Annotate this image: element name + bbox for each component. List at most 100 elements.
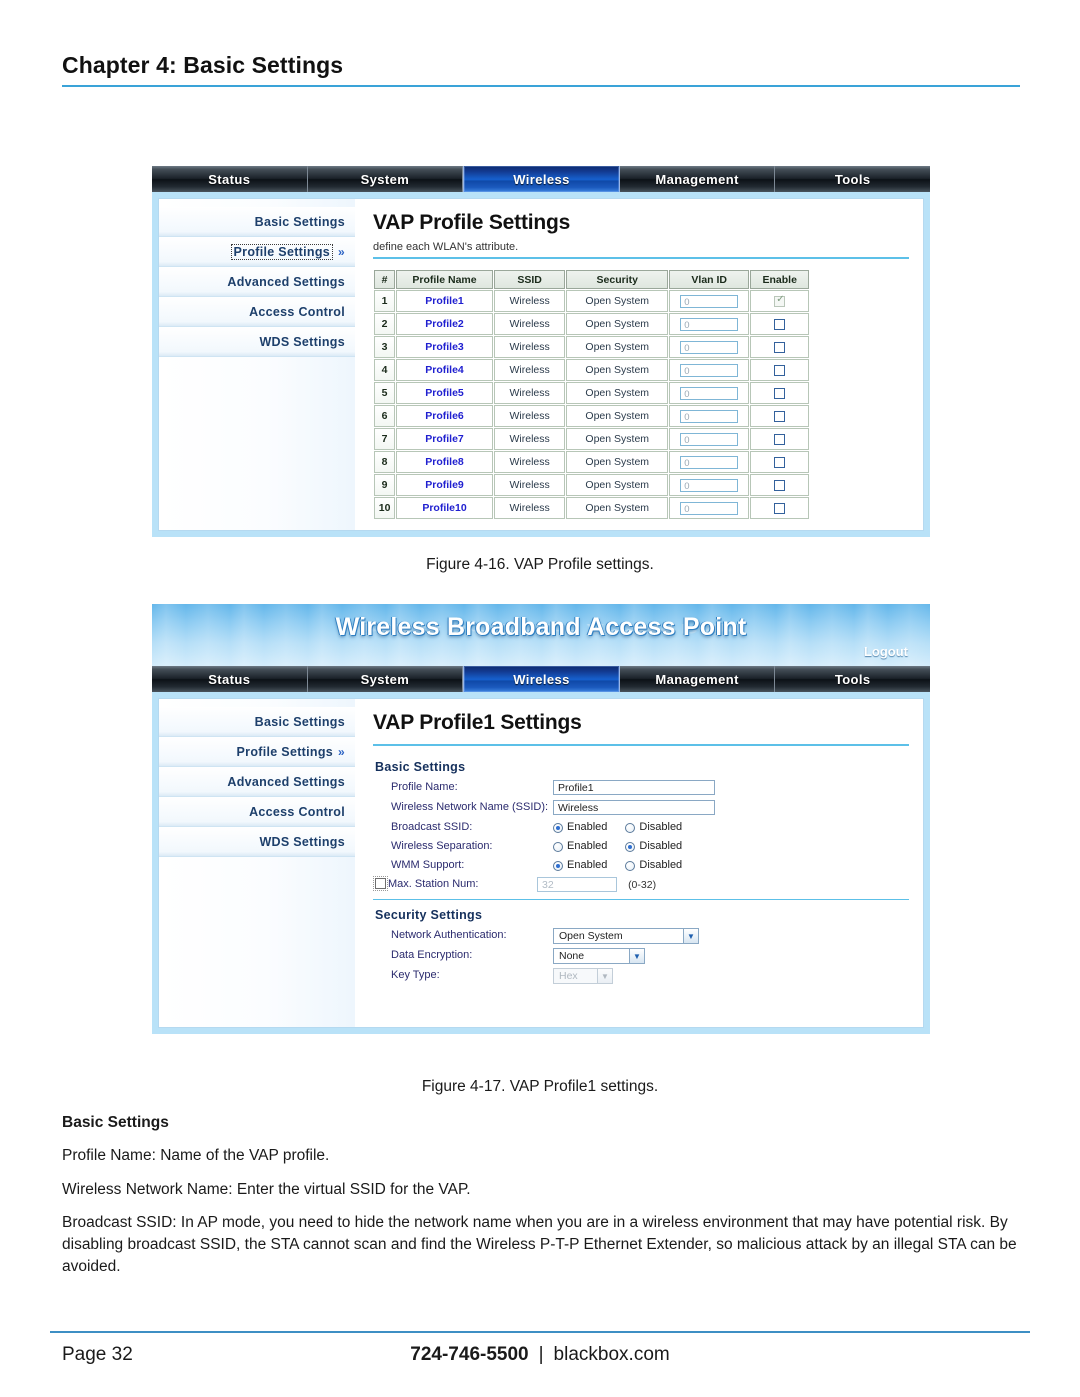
profile-link[interactable]: Profile4 — [425, 364, 464, 376]
data-encryption-select[interactable]: None ▼ — [553, 948, 645, 964]
profile-link[interactable]: Profile9 — [425, 479, 464, 491]
cell-profile-name[interactable]: Profile8 — [396, 451, 493, 473]
profile-link[interactable]: Profile1 — [425, 295, 464, 307]
sidebar-item-advanced-settings[interactable]: Advanced Settings — [159, 267, 355, 297]
wmm-support-disabled-radio[interactable]: Disabled — [625, 858, 682, 873]
cell-index: 6 — [374, 405, 396, 427]
vlan-id-input[interactable]: 0 — [680, 409, 739, 423]
broadcast-ssid-disabled-radio[interactable]: Disabled — [625, 820, 682, 835]
tab-status[interactable]: Status — [152, 166, 308, 192]
vlan-id-input[interactable]: 0 — [680, 340, 739, 354]
sidebar-item-advanced-settings[interactable]: Advanced Settings — [159, 767, 355, 797]
table-row: 9 Profile9 Wireless Open System 0 — [374, 474, 809, 496]
network-auth-value: Open System — [559, 929, 623, 942]
cell-enable — [750, 290, 809, 312]
cell-profile-name[interactable]: Profile5 — [396, 382, 493, 404]
max-station-input[interactable]: 32 — [537, 877, 617, 892]
profile-name-label: Profile Name: — [391, 781, 458, 793]
ssid-input[interactable]: Wireless — [553, 800, 715, 815]
cell-index: 10 — [374, 497, 396, 519]
enable-checkbox[interactable] — [774, 410, 786, 422]
radio-dot-icon — [553, 841, 563, 852]
profile-link[interactable]: Profile6 — [425, 410, 464, 422]
enable-checkbox[interactable] — [774, 433, 786, 445]
key-type-select[interactable]: Hex ▼ — [553, 968, 613, 984]
max-station-checkbox[interactable] — [373, 876, 388, 891]
profile-link[interactable]: Profile7 — [425, 433, 464, 445]
tab-wireless[interactable]: Wireless — [463, 166, 620, 192]
sidebar-item-label: Profile Settings — [236, 744, 334, 759]
tab-tools[interactable]: Tools — [775, 666, 930, 692]
cell-index: 2 — [374, 313, 396, 335]
sidebar-item-access-control[interactable]: Access Control — [159, 797, 355, 827]
vlan-id-input[interactable]: 0 — [680, 294, 739, 308]
cell-security: Open System — [566, 474, 669, 496]
tab-wireless[interactable]: Wireless — [463, 666, 620, 692]
cell-profile-name[interactable]: Profile3 — [396, 336, 493, 358]
sidebar-item-basic-settings[interactable]: Basic Settings — [159, 707, 355, 737]
vlan-id-input[interactable]: 0 — [680, 501, 739, 515]
cell-profile-name[interactable]: Profile10 — [396, 497, 493, 519]
cell-profile-name[interactable]: Profile2 — [396, 313, 493, 335]
radio-label: Disabled — [639, 859, 683, 871]
sidebar-item-profile-settings[interactable]: Profile Settings » — [159, 237, 355, 267]
cell-enable — [750, 428, 809, 450]
tab-status[interactable]: Status — [152, 666, 308, 692]
vlan-id-input[interactable]: 0 — [680, 317, 739, 331]
fig16-main-panel: VAP Profile Settings define each WLAN's … — [355, 198, 924, 531]
sidebar-item-label: Profile Settings — [230, 243, 334, 260]
vlan-id-input[interactable]: 0 — [680, 432, 739, 446]
sidebar-item-wds-settings[interactable]: WDS Settings — [159, 827, 355, 857]
enable-checkbox[interactable] — [774, 387, 786, 399]
fig17-nav-tabs[interactable]: Status System Wireless Management Tools — [152, 666, 930, 692]
cell-profile-name[interactable]: Profile4 — [396, 359, 493, 381]
cell-profile-name[interactable]: Profile6 — [396, 405, 493, 427]
table-row: 7 Profile7 Wireless Open System 0 — [374, 428, 809, 450]
wireless-separation-enabled-radio[interactable]: Enabled — [553, 839, 607, 854]
cell-profile-name[interactable]: Profile1 — [396, 290, 493, 312]
sidebar-item-basic-settings[interactable]: Basic Settings — [159, 207, 355, 237]
logout-button[interactable]: Logout — [864, 644, 908, 659]
profile-link[interactable]: Profile3 — [425, 341, 464, 353]
enable-checkbox[interactable] — [774, 318, 786, 330]
cell-security: Open System — [566, 382, 669, 404]
enable-checkbox[interactable] — [774, 294, 786, 307]
enable-checkbox[interactable] — [774, 364, 786, 376]
sidebar-item-wds-settings[interactable]: WDS Settings — [159, 327, 355, 357]
field-profile-name: Profile Name: Profile1 — [373, 780, 909, 796]
profile-name-input[interactable]: Profile1 — [553, 780, 715, 795]
enable-checkbox[interactable] — [774, 341, 786, 353]
sidebar-item-label: WDS Settings — [259, 334, 345, 349]
cell-profile-name[interactable]: Profile9 — [396, 474, 493, 496]
sidebar-item-profile-settings[interactable]: Profile Settings » — [159, 737, 355, 767]
vlan-id-input[interactable]: 0 — [680, 455, 739, 469]
figure-4-17-screenshot: Wireless Broadband Access Point Wireless… — [152, 604, 930, 1050]
profile-link[interactable]: Profile5 — [425, 387, 464, 399]
network-auth-select[interactable]: Open System ▼ — [553, 928, 699, 944]
enable-checkbox[interactable] — [774, 456, 786, 468]
cell-index: 7 — [374, 428, 396, 450]
radio-label: Disabled — [639, 840, 683, 852]
enable-checkbox[interactable] — [774, 479, 786, 491]
profile-link[interactable]: Profile8 — [425, 456, 464, 468]
wireless-separation-disabled-radio[interactable]: Disabled — [625, 839, 682, 854]
enable-checkbox[interactable] — [774, 502, 786, 514]
profile-link[interactable]: Profile10 — [422, 502, 466, 514]
vlan-id-input[interactable]: 0 — [680, 478, 739, 492]
footer-website[interactable]: blackbox.com — [554, 1344, 670, 1365]
footer-separator: | — [538, 1344, 544, 1365]
fig16-nav-tabs[interactable]: Status System Wireless Management Tools — [152, 166, 930, 192]
broadcast-ssid-enabled-radio[interactable]: Enabled — [553, 820, 607, 835]
tab-system[interactable]: System — [307, 166, 464, 192]
profile-link[interactable]: Profile2 — [425, 318, 464, 330]
tab-tools[interactable]: Tools — [775, 166, 930, 192]
vlan-id-input[interactable]: 0 — [680, 386, 739, 400]
tab-system[interactable]: System — [307, 666, 464, 692]
chevron-right-icon: » — [338, 744, 345, 759]
vlan-id-input[interactable]: 0 — [680, 363, 739, 377]
cell-profile-name[interactable]: Profile7 — [396, 428, 493, 450]
wmm-support-enabled-radio[interactable]: Enabled — [553, 858, 607, 873]
tab-management[interactable]: Management — [619, 666, 776, 692]
tab-management[interactable]: Management — [619, 166, 776, 192]
sidebar-item-access-control[interactable]: Access Control — [159, 297, 355, 327]
